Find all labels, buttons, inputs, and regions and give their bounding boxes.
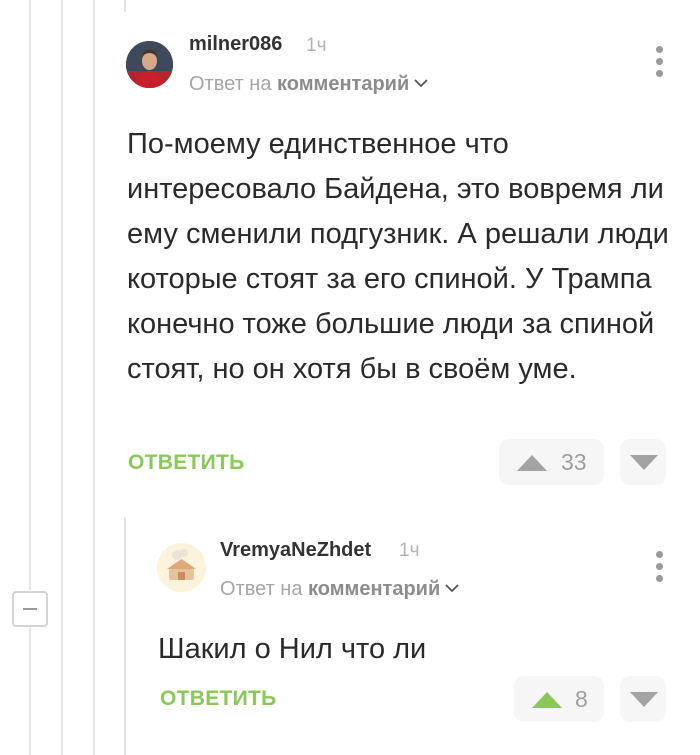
chevron-down-icon	[445, 584, 459, 592]
more-options-icon[interactable]	[654, 46, 664, 80]
reply-to-prefix: Ответ на	[189, 73, 272, 95]
reply-to-target: комментарий	[308, 578, 441, 600]
comment-time: 1ч	[399, 540, 420, 561]
comment-text: Шакил о Нил что ли	[158, 633, 427, 665]
rating-box: 8	[514, 676, 604, 722]
thread-line-outer-lower	[29, 628, 31, 755]
reply-button[interactable]: ОТВЕТИТЬ	[128, 451, 245, 475]
reply-button[interactable]: ОТВЕТИТЬ	[160, 687, 277, 711]
thread-line-nested	[124, 517, 126, 755]
chevron-down-icon	[414, 79, 428, 87]
reply-to-target: комментарий	[277, 73, 410, 95]
comment-time: 1ч	[306, 35, 327, 56]
reply-to-link[interactable]: Ответ на комментарий	[189, 73, 429, 96]
collapse-thread-button[interactable]	[12, 591, 48, 627]
comment-text: По-моему единственное что интересовало Б…	[127, 128, 669, 385]
username[interactable]: milner086	[189, 33, 282, 56]
downvote-icon	[630, 455, 658, 470]
thread-line-top-stub	[124, 0, 126, 12]
username[interactable]: VremyaNeZhdet	[220, 539, 371, 562]
thread-line-inner	[93, 0, 95, 755]
rating-box: 33	[499, 439, 604, 485]
reply-to-prefix: Ответ на	[220, 578, 303, 600]
upvote-icon[interactable]	[517, 455, 547, 471]
rating-count: 8	[575, 686, 588, 712]
reply-to-link[interactable]: Ответ на комментарий	[220, 578, 460, 601]
downvote-button[interactable]	[620, 439, 666, 485]
avatar[interactable]	[157, 543, 206, 592]
thread-line-outer	[29, 0, 31, 590]
avatar[interactable]	[126, 41, 173, 88]
more-options-icon[interactable]	[654, 551, 664, 585]
rating-count: 33	[561, 449, 587, 475]
downvote-icon	[630, 692, 658, 707]
thread-line-mid	[61, 0, 63, 755]
upvote-icon[interactable]	[532, 692, 562, 708]
downvote-button[interactable]	[620, 676, 666, 722]
